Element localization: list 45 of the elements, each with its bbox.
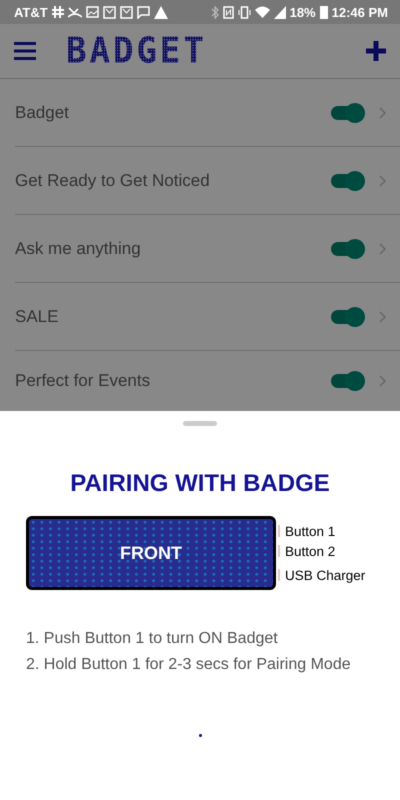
instruction-step: 2. Hold Button 1 for 2-3 secs for Pairing Mode [26, 656, 351, 674]
mail-icon [120, 6, 133, 18]
hash-icon [52, 6, 64, 18]
toggle-switch[interactable] [331, 174, 363, 188]
bluetooth-icon [210, 6, 219, 18]
message-title[interactable]: Get Ready to Get Noticed [15, 170, 331, 190]
chevron-icon[interactable] [379, 375, 386, 387]
port-label: Button 2 [285, 544, 336, 558]
port-label: Button 1 [285, 524, 336, 538]
message-title[interactable]: Perfect for Events [15, 371, 331, 391]
drag-handle[interactable] [183, 421, 217, 426]
sheet-title: PAIRING WITH BADGE [70, 470, 330, 498]
message-title[interactable]: SALE [15, 306, 331, 326]
message-icon [136, 6, 150, 18]
clock-text: 12:46 PM [332, 4, 388, 20]
battery-text: 18% [290, 4, 316, 20]
carrier-text: AT&T [14, 4, 48, 20]
menu-icon[interactable] [14, 42, 36, 60]
port-marker [278, 545, 280, 557]
nfc-icon [222, 6, 234, 18]
port-marker [278, 569, 280, 581]
port-marker [278, 525, 280, 537]
chevron-icon[interactable] [379, 174, 386, 186]
mail-icon [102, 6, 116, 18]
warning-icon [154, 6, 168, 18]
wifi-icon [254, 6, 270, 18]
progress-indicator [198, 734, 202, 737]
chevron-icon[interactable] [379, 106, 386, 118]
port-label: USB Charger [285, 568, 366, 582]
instruction-step: 1. Push Button 1 to turn ON Badget [26, 630, 351, 648]
battery-icon [320, 5, 328, 19]
chevron-icon[interactable] [379, 242, 386, 254]
message-title[interactable]: Ask me anything [15, 238, 331, 258]
toggle-switch[interactable] [331, 374, 363, 388]
toggle-switch[interactable] [331, 242, 363, 256]
chevron-icon[interactable] [379, 310, 386, 322]
image-icon [86, 6, 99, 18]
toggle-switch[interactable] [331, 106, 363, 120]
message-title[interactable]: Badget [15, 102, 331, 122]
toggle-switch[interactable] [331, 310, 363, 324]
signal-icon [274, 6, 286, 18]
badge-label: FRONT [120, 542, 182, 564]
add-icon[interactable] [366, 41, 386, 61]
missed-call-icon [68, 6, 82, 18]
vibrate-icon [238, 6, 251, 18]
